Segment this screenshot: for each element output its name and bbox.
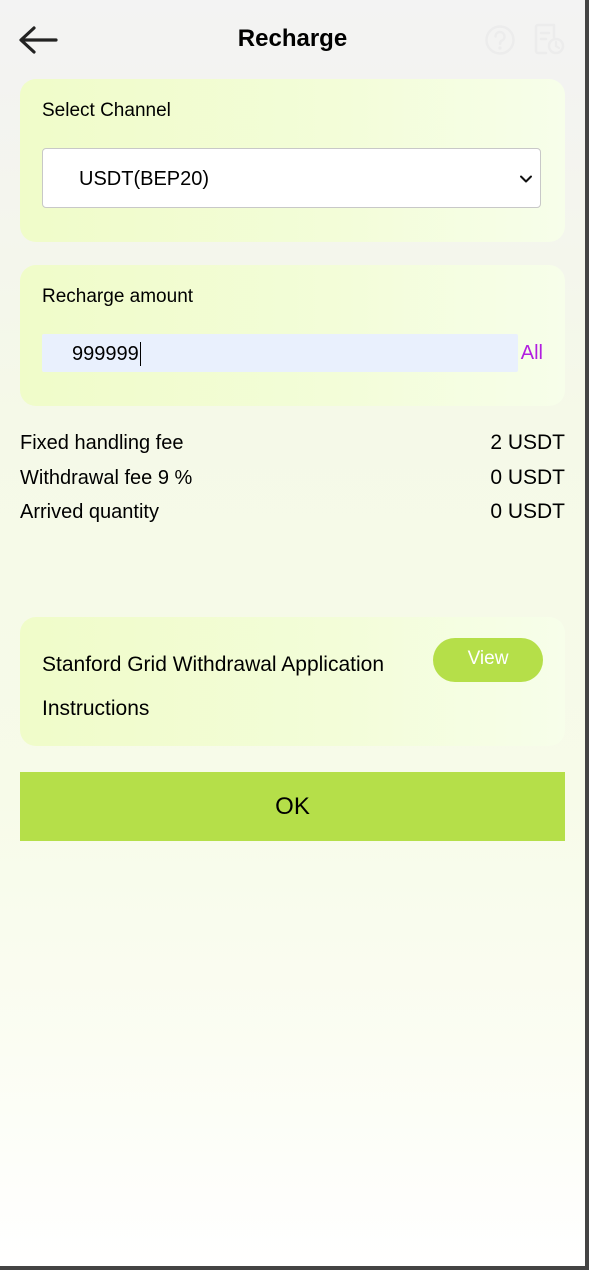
view-instructions-button[interactable]: View — [433, 638, 543, 682]
fee-row-fixed: Fixed handling fee 2 USDT — [20, 430, 565, 456]
fee-label: Fixed handling fee — [20, 432, 184, 454]
chevron-down-icon — [520, 175, 532, 183]
fee-label: Arrived quantity — [20, 501, 159, 523]
amount-card: Recharge amount 999999 All — [20, 265, 565, 406]
ok-button[interactable]: OK — [20, 772, 565, 841]
amount-input[interactable]: 999999 — [42, 334, 518, 372]
help-button[interactable] — [484, 24, 516, 56]
amount-input-value: 999999 — [72, 342, 141, 366]
text-caret — [139, 342, 141, 366]
document-clock-icon — [534, 23, 565, 55]
fee-value: 0 USDT — [490, 500, 565, 523]
channel-label: Select Channel — [42, 100, 171, 121]
instructions-text: Stanford Grid Withdrawal Application Ins… — [42, 653, 384, 720]
record-button[interactable] — [532, 22, 566, 56]
channel-select[interactable]: USDT(BEP20) — [42, 148, 541, 208]
fee-row-arrived: Arrived quantity 0 USDT — [20, 499, 565, 525]
channel-card: Select Channel USDT(BEP20) — [20, 79, 565, 242]
app-screen: Recharge Select Channel USDT(BEP20) Rech… — [0, 0, 589, 1270]
amount-label: Recharge amount — [42, 286, 194, 307]
channel-selected-value: USDT(BEP20) — [79, 168, 210, 190]
header: Recharge — [0, 0, 585, 80]
fee-row-withdrawal: Withdrawal fee 9 % 0 USDT — [20, 465, 565, 491]
fee-value: 2 USDT — [490, 431, 565, 454]
instructions-card: Stanford Grid Withdrawal Application Ins… — [20, 617, 565, 746]
all-amount-link[interactable]: All — [521, 341, 543, 365]
question-circle-icon — [485, 25, 515, 55]
fee-label: Withdrawal fee 9 % — [20, 467, 193, 489]
amount-value-text: 999999 — [72, 343, 139, 365]
fee-value: 0 USDT — [490, 466, 565, 489]
